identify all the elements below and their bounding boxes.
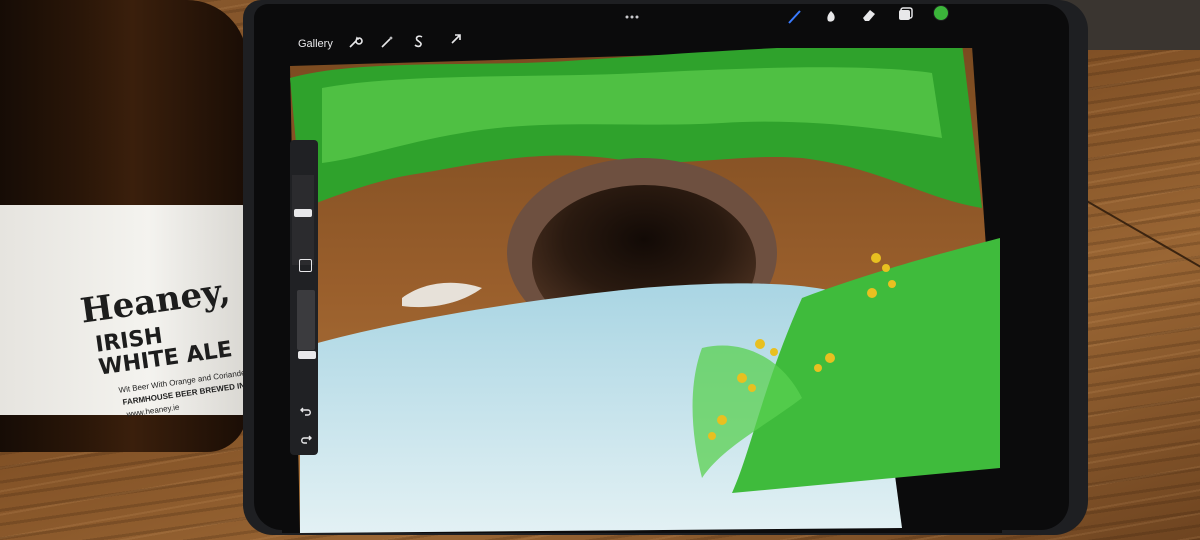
brush-tool-button[interactable] (784, 6, 806, 28)
undo-button[interactable] (295, 400, 317, 422)
redo-icon (301, 435, 312, 444)
layers-icon (899, 7, 913, 20)
eraser-icon (863, 10, 875, 21)
selection-s-icon (414, 35, 423, 48)
transform-arrow-icon (451, 34, 461, 44)
eraser-tool-button[interactable] (858, 4, 880, 26)
photo-scene: Heaney, IRISH WHITE ALE Wit Beer With Or… (0, 0, 1200, 540)
opacity-slider[interactable] (297, 290, 315, 350)
more-options-icon[interactable] (625, 14, 639, 20)
color-swatch-icon (933, 5, 949, 21)
undo-icon (300, 407, 311, 416)
layers-button[interactable] (894, 3, 916, 25)
redo-button[interactable] (295, 428, 317, 450)
painting-canvas[interactable] (282, 48, 1002, 533)
wrench-icon (349, 36, 363, 48)
beer-bottle: Heaney, IRISH WHITE ALE Wit Beer With Or… (0, 0, 283, 455)
transform-button[interactable] (445, 28, 467, 50)
magic-wand-icon (381, 36, 393, 48)
brush-size-slider[interactable] (292, 175, 314, 265)
smudge-icon (827, 11, 835, 22)
brush-size-knob[interactable] (294, 209, 312, 217)
smudge-tool-button[interactable] (820, 5, 842, 27)
opacity-knob[interactable] (298, 351, 316, 359)
brush-icon (788, 10, 801, 24)
adjustments-button[interactable] (376, 31, 398, 53)
color-picker-button[interactable] (930, 2, 952, 24)
modify-square-button[interactable] (299, 259, 312, 272)
actions-wrench-button[interactable] (344, 31, 366, 53)
selection-button[interactable] (408, 30, 430, 52)
gallery-button[interactable]: Gallery (298, 38, 333, 50)
